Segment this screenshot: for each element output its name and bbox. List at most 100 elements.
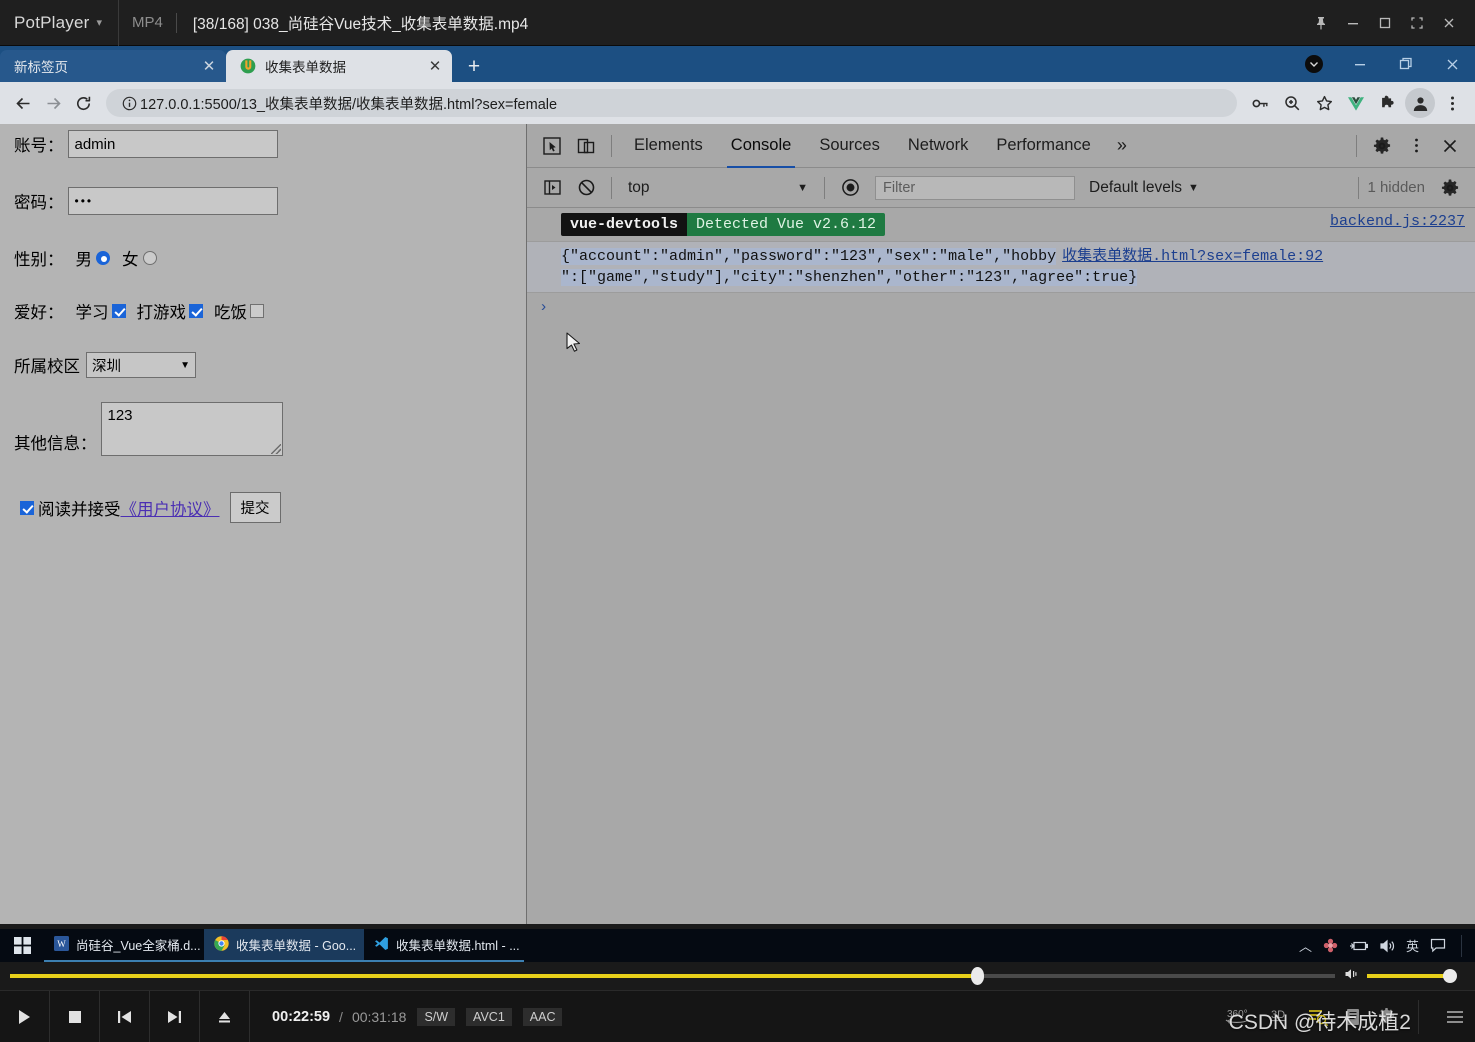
sex-radio-female[interactable] xyxy=(142,251,157,265)
taskbar-item-word[interactable]: W 尚硅谷_Vue全家桶.d... xyxy=(44,929,204,962)
console-source-link[interactable]: backend.js:2237 xyxy=(1330,213,1465,230)
password-input[interactable]: ••• xyxy=(67,187,278,215)
tab-network[interactable]: Network xyxy=(894,124,983,168)
user-agreement-link[interactable]: 《用户协议》 xyxy=(121,496,220,520)
devtools-menu-icon[interactable] xyxy=(1399,129,1433,163)
profile-avatar-icon[interactable] xyxy=(1405,88,1435,118)
divider xyxy=(611,176,612,199)
chrome-menu-icon[interactable] xyxy=(1437,88,1467,118)
bookmark-star-icon[interactable] xyxy=(1309,88,1339,118)
potplayer-logo[interactable]: PotPlayer ▾ xyxy=(0,13,118,33)
plug-battery-icon[interactable] xyxy=(1349,939,1368,953)
hobby-label-eat: 吃饭 xyxy=(214,304,247,322)
close-icon[interactable]: ✕ xyxy=(200,57,218,75)
console-json-part1: {"account":"admin","password":"123","sex… xyxy=(561,248,1057,265)
console-messages: vue-devtools Detected Vue v2.6.12 backen… xyxy=(527,208,1475,924)
restore-icon[interactable] xyxy=(1383,46,1429,82)
devtools-close-icon[interactable] xyxy=(1433,129,1467,163)
menu-hamburger-icon[interactable] xyxy=(1435,1009,1465,1025)
zoom-icon[interactable] xyxy=(1277,88,1307,118)
next-button[interactable] xyxy=(150,990,200,1042)
other-textarea[interactable]: 123 xyxy=(100,402,283,456)
chevron-up-icon[interactable]: ︿ xyxy=(1299,936,1312,955)
close-icon[interactable] xyxy=(1429,46,1475,82)
extensions-puzzle-icon[interactable] xyxy=(1373,88,1403,118)
console-message-form-data[interactable]: {"account":"admin","password":"123","sex… xyxy=(527,242,1475,293)
hobby-label-game: 打游戏 xyxy=(136,304,187,322)
console-filter-input[interactable]: Filter xyxy=(875,175,1075,200)
city-label: 所属校区 xyxy=(14,358,80,376)
submit-button[interactable]: 提交 xyxy=(229,492,281,523)
tab-console[interactable]: Console xyxy=(717,124,806,168)
new-tab-button[interactable]: + xyxy=(458,50,490,82)
volume-level xyxy=(1367,974,1453,978)
ime-language-indicator[interactable]: 英 xyxy=(1406,936,1419,955)
reload-icon[interactable] xyxy=(68,88,98,118)
maximize-icon[interactable] xyxy=(1369,0,1401,46)
console-prompt[interactable]: › xyxy=(527,293,1475,322)
console-source-link[interactable]: 收集表单数据.html?sex=female:92 xyxy=(1062,248,1323,265)
word-icon: W xyxy=(54,935,69,954)
console-settings-gear-icon[interactable] xyxy=(1433,171,1467,205)
eject-button[interactable] xyxy=(200,990,250,1042)
seek-handle[interactable] xyxy=(971,967,985,985)
address-bar[interactable]: 127.0.0.1:5500/13_收集表单数据/收集表单数据.html?sex… xyxy=(106,89,1237,117)
tab-performance[interactable]: Performance xyxy=(982,124,1104,168)
devtools-tabbar: Elements Console Sources Network Perform… xyxy=(527,124,1475,168)
tab-sources[interactable]: Sources xyxy=(805,124,894,168)
hobby-checkbox-eat[interactable] xyxy=(250,304,264,318)
potplayer-seekbar-row xyxy=(0,962,1475,990)
volume-slider[interactable] xyxy=(1367,969,1457,983)
pin-icon[interactable] xyxy=(1305,0,1337,46)
volume-speaker-icon[interactable] xyxy=(1344,967,1361,986)
hobby-checkbox-study[interactable] xyxy=(111,304,126,318)
chevron-down-icon: ▾ xyxy=(96,17,103,29)
settings-gear-icon[interactable] xyxy=(1365,129,1399,163)
device-toolbar-icon[interactable] xyxy=(569,129,603,163)
clear-console-icon[interactable] xyxy=(569,171,603,205)
browser-tab-0[interactable]: 新标签页 ✕ xyxy=(0,50,226,82)
minimize-icon[interactable] xyxy=(1337,0,1369,46)
sex-radio-male[interactable] xyxy=(96,251,110,265)
hobby-checkbox-game[interactable] xyxy=(189,304,203,318)
execution-context-select[interactable]: top ▼ xyxy=(620,175,816,201)
notification-icon[interactable] xyxy=(1430,938,1446,953)
previous-button[interactable] xyxy=(100,990,150,1042)
more-panels-icon[interactable]: » xyxy=(1105,135,1139,156)
fullscreen-icon[interactable] xyxy=(1401,0,1433,46)
console-levels-select[interactable]: Default levels ▼ xyxy=(1089,179,1199,197)
chrome-dark-circle-icon[interactable] xyxy=(1291,46,1337,82)
city-select-value: 深圳 xyxy=(92,358,121,375)
address-bar-url: 127.0.0.1:5500/13_收集表单数据/收集表单数据.html?sex… xyxy=(140,96,558,113)
tab-elements[interactable]: Elements xyxy=(620,124,717,168)
close-icon[interactable]: ✕ xyxy=(426,57,444,75)
account-input[interactable]: admin xyxy=(67,130,278,158)
start-button-icon[interactable] xyxy=(0,929,44,962)
browser-tab-1[interactable]: 收集表单数据 ✕ xyxy=(226,50,452,82)
potplayer-window-buttons xyxy=(1305,0,1475,46)
volume-handle[interactable] xyxy=(1443,969,1457,983)
close-icon[interactable] xyxy=(1433,0,1465,46)
forward-arrow-icon[interactable] xyxy=(38,88,68,118)
screen: PotPlayer ▾ MP4 [38/168] 038_尚硅谷Vue技术_收集… xyxy=(0,0,1475,1042)
site-info-icon[interactable] xyxy=(118,92,140,114)
flower-icon[interactable] xyxy=(1323,938,1338,953)
agree-checkbox[interactable] xyxy=(20,500,34,515)
inspect-element-icon[interactable] xyxy=(535,129,569,163)
speaker-icon[interactable] xyxy=(1379,939,1395,953)
password-key-icon[interactable] xyxy=(1245,88,1275,118)
back-arrow-icon[interactable] xyxy=(8,88,38,118)
minimize-icon[interactable] xyxy=(1337,46,1383,82)
console-sidebar-icon[interactable] xyxy=(535,171,569,205)
live-expression-eye-icon[interactable] xyxy=(833,171,867,205)
city-row: 所属校区 深圳 ▼ xyxy=(14,352,196,378)
stop-button[interactable] xyxy=(50,990,100,1042)
console-message-vue-devtools[interactable]: vue-devtools Detected Vue v2.6.12 backen… xyxy=(527,208,1475,242)
divider xyxy=(1358,176,1360,199)
play-button[interactable] xyxy=(0,990,50,1042)
taskbar-item-vscode[interactable]: 收集表单数据.html - ... xyxy=(364,929,524,962)
vue-devtools-icon[interactable] xyxy=(1341,88,1371,118)
city-select[interactable]: 深圳 ▼ xyxy=(86,352,196,378)
taskbar-item-chrome[interactable]: 收集表单数据 - Goo... xyxy=(204,929,364,962)
seek-slider[interactable] xyxy=(10,967,1335,985)
